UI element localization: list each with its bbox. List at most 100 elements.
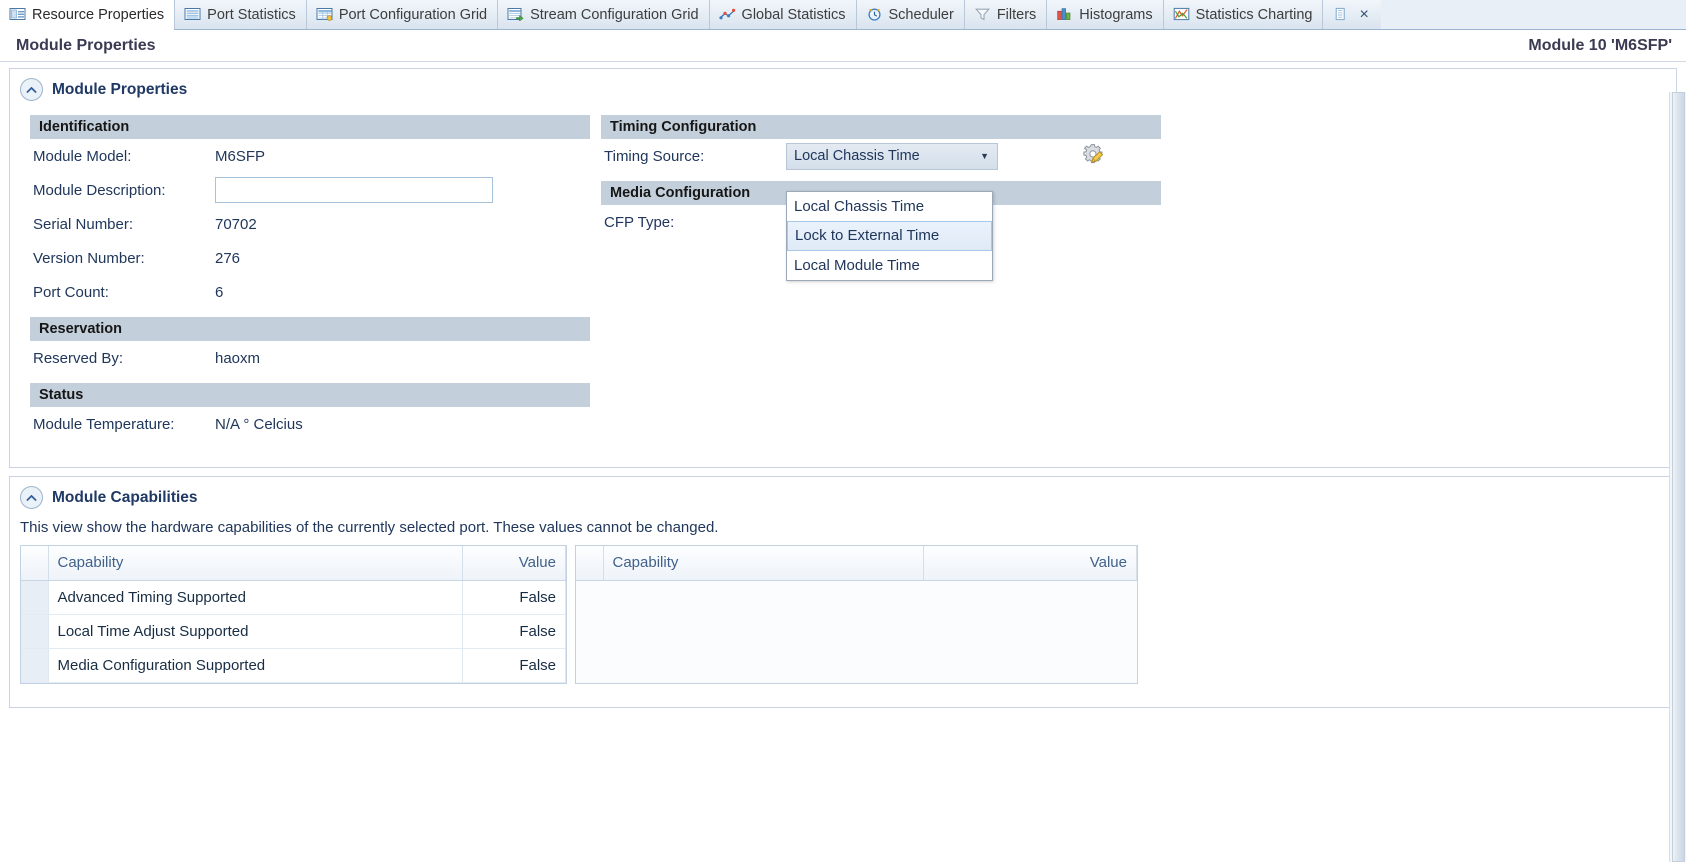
tab-resource-properties[interactable]: Resource Properties [0,0,176,30]
cell-value: False [462,648,566,683]
column-header-capability[interactable]: Capability [603,546,925,581]
row-module-temperature: Module Temperature: N/A ° Celcius [30,407,590,441]
stream-configuration-grid-icon [507,7,524,22]
dropdown-option-local-module-time[interactable]: Local Module Time [787,251,992,280]
row-module-description: Module Description: [30,173,590,207]
module-description-input[interactable] [215,177,493,203]
tab-label: Resource Properties [32,6,165,23]
table-row[interactable]: Advanced Timing Supported False [21,580,566,615]
timing-source-combo-wrap: Local Chassis Time ▼ Local Chassis Time … [786,142,998,281]
empty-table-body [576,580,1137,683]
tab-global-statistics[interactable]: Global Statistics [709,0,857,29]
capabilities-tables: Capability Value Advanced Timing Support… [20,545,1676,684]
field-label: Module Model: [33,147,132,165]
field-value: 70702 [215,215,257,233]
dropdown-option-lock-to-external-time[interactable]: Lock to External Time [787,220,992,251]
tab-label: Filters [996,6,1037,23]
module-properties-panel-header: Module Properties [10,69,1676,107]
collapse-toggle-module-properties[interactable] [20,78,43,101]
row-serial-number: Serial Number: 70702 [30,207,590,241]
cell-value: False [462,580,566,615]
panel-title: Module Capabilities [52,488,198,506]
close-icon[interactable]: × [1356,6,1371,23]
histograms-bar-icon [1056,7,1073,22]
group-header-timing-configuration: Timing Configuration [601,115,1161,139]
capabilities-table-left: Capability Value Advanced Timing Support… [20,545,567,684]
vertical-scrollbar[interactable] [1669,92,1686,862]
tab-statistics-charting[interactable]: Statistics Charting [1163,0,1324,29]
column-header-capability[interactable]: Capability [48,546,464,581]
tab-list-icon[interactable] [1332,7,1349,22]
module-capabilities-panel: Module Capabilities This view show the h… [9,476,1677,708]
cell-value: False [462,614,566,649]
row-selector-cell[interactable] [21,614,49,649]
row-timing-source: Timing Source: Local Chassis Time ▼ Loca… [601,139,1161,281]
cell-capability: Advanced Timing Supported [48,580,464,615]
tab-strip: Resource Properties Port Statistics Port… [0,0,1686,30]
field-value: haoxm [215,349,261,367]
collapse-toggle-module-capabilities[interactable] [20,486,43,509]
tab-port-configuration-grid[interactable]: Port Configuration Grid [306,0,499,29]
field-label: Timing Source: [604,147,705,165]
timing-source-selected-value: Local Chassis Time [794,148,920,164]
tab-label: Statistics Charting [1195,6,1313,23]
timing-column: Timing Configuration Timing Source: Loca… [601,115,1161,441]
field-value: 6 [215,283,224,301]
tab-label: Histograms [1079,6,1153,23]
filter-funnel-icon [974,7,991,22]
field-label: Serial Number: [33,215,134,233]
tab-label: Scheduler [888,6,954,23]
statistics-charting-icon [1173,7,1190,22]
table-row[interactable]: Media Configuration Supported False [21,648,566,683]
cell-capability: Local Time Adjust Supported [48,614,464,649]
row-module-model: Module Model: M6SFP [30,139,590,173]
group-header-identification: Identification [30,115,590,139]
table-header-row: Capability Value [576,546,1137,581]
field-value: 276 [215,249,241,267]
module-identifier: Module 10 'M6SFP' [1528,36,1672,54]
column-header-value[interactable]: Value [462,546,566,581]
capabilities-note: This view show the hardware capabilities… [20,519,719,536]
scrollbar-thumb[interactable] [1672,92,1685,862]
chevron-down-icon: ▼ [980,150,989,161]
tab-histograms[interactable]: Histograms [1047,0,1164,29]
field-label: Port Count: [33,283,109,301]
column-header-value[interactable]: Value [923,546,1137,581]
row-version-number: Version Number: 276 [30,241,590,275]
chevron-up-icon [26,86,37,93]
table-row[interactable]: Local Time Adjust Supported False [21,614,566,649]
tab-overflow-and-close[interactable]: × [1323,0,1381,29]
view-header: Module Properties Module 10 'M6SFP' [0,30,1686,62]
row-port-count: Port Count: 6 [30,275,590,309]
port-configuration-grid-icon [316,7,333,22]
tab-filters[interactable]: Filters [964,0,1048,29]
field-label: CFP Type: [604,213,675,231]
tab-scheduler[interactable]: Scheduler [856,0,965,29]
field-label: Reserved By: [33,349,124,367]
properties-columns: Identification Module Model: M6SFP Modul… [10,107,1676,441]
identification-column: Identification Module Model: M6SFP Modul… [30,115,590,441]
panel-title: Module Properties [52,80,188,98]
page-title: Module Properties [16,36,156,54]
timing-source-dropdown-list: Local Chassis Time Lock to External Time… [786,190,993,281]
timing-settings-gear-icon[interactable] [1081,143,1105,165]
field-label: Version Number: [33,249,145,267]
resource-properties-icon [9,7,26,22]
row-selector-cell[interactable] [21,580,49,615]
tab-label: Port Configuration Grid [338,6,488,23]
row-selector-column-header [21,546,49,581]
dropdown-option-local-chassis-time[interactable]: Local Chassis Time [787,192,992,221]
tab-label: Stream Configuration Grid [530,6,699,23]
row-selector-cell[interactable] [21,648,49,683]
port-statistics-icon [184,7,201,22]
group-header-status: Status [30,383,590,407]
tab-port-statistics[interactable]: Port Statistics [175,0,307,29]
row-reserved-by: Reserved By: haoxm [30,341,590,375]
timing-source-select[interactable]: Local Chassis Time ▼ [786,142,998,170]
tab-stream-configuration-grid[interactable]: Stream Configuration Grid [498,0,710,29]
field-value: M6SFP [215,147,266,165]
chevron-up-icon [26,494,37,501]
global-statistics-icon [718,7,736,22]
content-area: Module Properties Identification Module … [0,62,1686,862]
module-properties-panel: Module Properties Identification Module … [9,68,1677,468]
